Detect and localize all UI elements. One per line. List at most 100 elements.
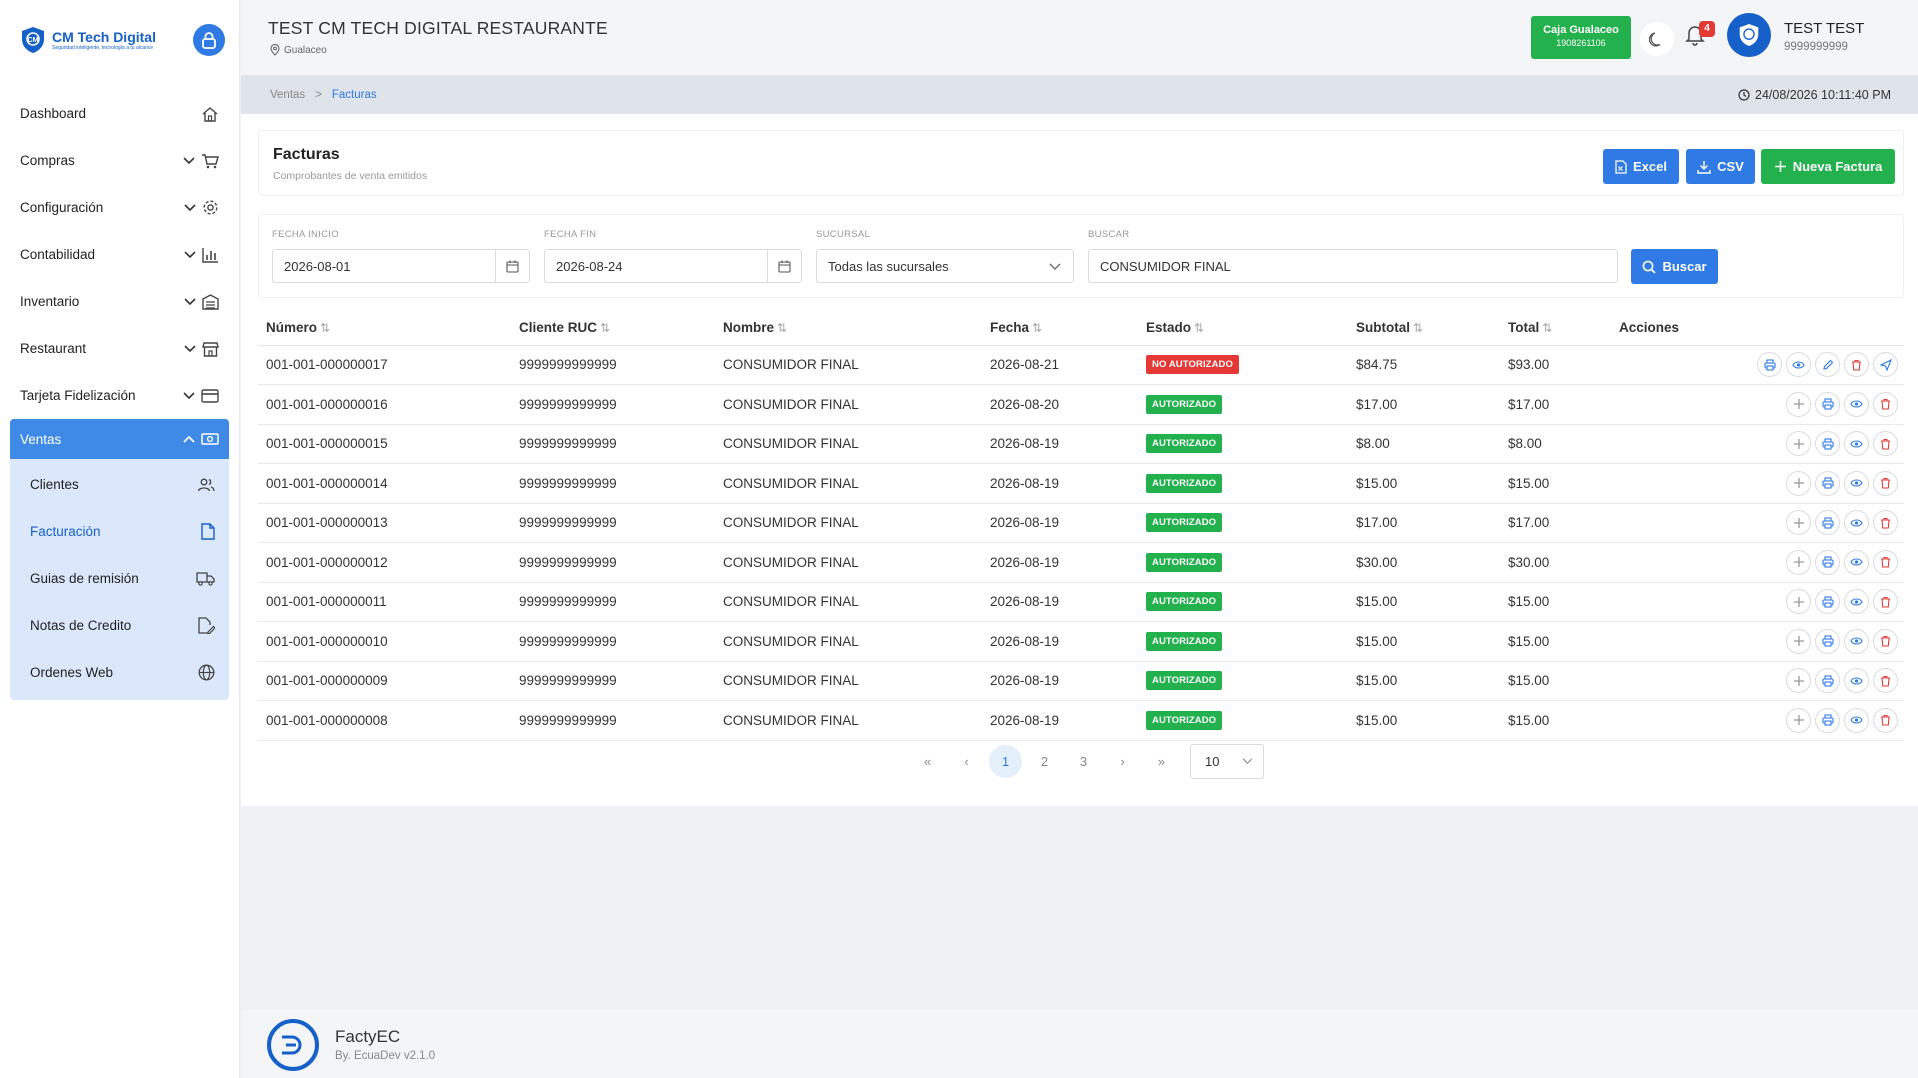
print-button[interactable]	[1815, 668, 1840, 694]
add-button[interactable]	[1786, 668, 1811, 694]
sidebar-item-clientes[interactable]: Clientes	[10, 461, 229, 508]
view-button[interactable]	[1844, 628, 1869, 654]
sidebar-item-tarjeta-fidelizacion[interactable]: Tarjeta Fidelización	[10, 372, 229, 419]
print-button[interactable]	[1815, 470, 1840, 496]
view-button[interactable]	[1844, 589, 1869, 615]
print-button[interactable]	[1815, 628, 1840, 654]
excel-button[interactable]: Excel	[1603, 149, 1679, 184]
chevron-down-icon	[184, 203, 196, 211]
table-row[interactable]: 001-001-000000011 9999999999999 CONSUMIDOR…	[258, 582, 1904, 622]
print-button[interactable]	[1757, 352, 1782, 378]
add-button[interactable]	[1786, 628, 1811, 654]
table-row[interactable]: 001-001-000000013 9999999999999 CONSUMIDOR…	[258, 503, 1904, 543]
page-button-2[interactable]: 2	[1028, 745, 1061, 778]
sidebar-item-contabilidad[interactable]: Contabilidad	[10, 231, 229, 278]
table-row[interactable]: 001-001-000000010 9999999999999 CONSUMIDOR…	[258, 621, 1904, 662]
print-button[interactable]	[1815, 510, 1840, 536]
delete-button[interactable]	[1873, 668, 1898, 694]
table-row[interactable]: 001-001-000000016 9999999999999 CONSUMIDOR…	[258, 384, 1904, 425]
plus-icon	[1793, 675, 1805, 687]
calendar-button[interactable]	[767, 250, 801, 282]
view-button[interactable]	[1844, 391, 1869, 417]
search-input[interactable]: CONSUMIDOR FINAL	[1088, 249, 1618, 283]
sidebar-item-configuracion[interactable]: Configuración	[10, 184, 229, 231]
calendar-button[interactable]	[495, 250, 529, 282]
delete-button[interactable]	[1873, 391, 1898, 417]
page-button-1[interactable]: 1	[989, 745, 1022, 778]
col-subtotal[interactable]: Subtotal ⇅	[1348, 310, 1500, 346]
prev-page-button[interactable]: ‹	[950, 745, 983, 778]
fecha-inicio-field[interactable]: 2026-08-01	[272, 249, 530, 283]
last-page-button[interactable]: »	[1145, 745, 1178, 778]
next-page-button[interactable]: ›	[1106, 745, 1139, 778]
caja-badge[interactable]: Caja Gualaceo 1908261106	[1531, 16, 1631, 59]
delete-button[interactable]	[1873, 628, 1898, 654]
view-button[interactable]	[1844, 470, 1869, 496]
sidebar-item-inventario[interactable]: Inventario	[10, 278, 229, 325]
col-nombre[interactable]: Nombre ⇅	[715, 310, 982, 346]
lock-button[interactable]	[193, 24, 225, 56]
view-button[interactable]	[1786, 352, 1811, 378]
delete-button[interactable]	[1873, 470, 1898, 496]
delete-button[interactable]	[1873, 510, 1898, 536]
print-button[interactable]	[1815, 431, 1840, 457]
add-button[interactable]	[1786, 431, 1811, 457]
add-button[interactable]	[1786, 510, 1811, 536]
add-button[interactable]	[1786, 391, 1811, 417]
view-button[interactable]	[1844, 549, 1869, 575]
view-button[interactable]	[1844, 668, 1869, 694]
sucursal-select[interactable]: Todas las sucursales	[816, 249, 1074, 283]
view-button[interactable]	[1844, 707, 1869, 733]
delete-button[interactable]	[1873, 431, 1898, 457]
breadcrumb-ventas[interactable]: Ventas	[270, 89, 305, 101]
table-row[interactable]: 001-001-000000008 9999999999999 CONSUMIDOR…	[258, 700, 1904, 741]
page-button-3[interactable]: 3	[1067, 745, 1100, 778]
col-total[interactable]: Total ⇅	[1500, 310, 1611, 346]
search-button[interactable]: Buscar	[1631, 249, 1718, 284]
table-row[interactable]: 001-001-000000017 9999999999999 CONSUMIDOR…	[258, 345, 1904, 385]
print-button[interactable]	[1815, 391, 1840, 417]
col-cliente-ruc[interactable]: Cliente RUC ⇅	[511, 310, 715, 346]
breadcrumb-bar: Ventas > Facturas 24/08/2026 10:11:40 PM	[241, 76, 1918, 114]
print-button[interactable]	[1815, 707, 1840, 733]
sidebar-item-facturacion[interactable]: Facturación	[10, 508, 229, 555]
delete-button[interactable]	[1844, 352, 1869, 378]
sidebar-item-dashboard[interactable]: Dashboard	[10, 90, 229, 137]
add-button[interactable]	[1786, 589, 1811, 615]
view-button[interactable]	[1844, 510, 1869, 536]
print-button[interactable]	[1815, 589, 1840, 615]
send-button[interactable]	[1873, 352, 1898, 378]
sidebar-item-ordenes-web[interactable]: Ordenes Web	[10, 649, 229, 696]
sidebar-item-compras[interactable]: Compras	[10, 137, 229, 184]
csv-button[interactable]: CSV	[1686, 149, 1755, 184]
delete-button[interactable]	[1873, 707, 1898, 733]
bar-chart-icon	[202, 247, 218, 263]
sidebar-item-notas-credito[interactable]: Notas de Credito	[10, 602, 229, 649]
fecha-fin-field[interactable]: 2026-08-24	[544, 249, 802, 283]
table-row[interactable]: 001-001-000000015 9999999999999 CONSUMIDOR…	[258, 424, 1904, 464]
col-fecha[interactable]: Fecha ⇅	[982, 310, 1138, 346]
avatar[interactable]	[1727, 13, 1771, 57]
col-estado[interactable]: Estado ⇅	[1138, 310, 1348, 346]
table-row[interactable]: 001-001-000000012 9999999999999 CONSUMIDOR…	[258, 542, 1904, 583]
delete-button[interactable]	[1873, 549, 1898, 575]
first-page-button[interactable]: «	[911, 745, 944, 778]
sidebar-item-restaurant[interactable]: Restaurant	[10, 325, 229, 372]
view-button[interactable]	[1844, 431, 1869, 457]
brand-logo[interactable]: CM CM Tech Digital Seguridad inteligente…	[20, 26, 156, 54]
sidebar-item-guias-remision[interactable]: Guias de remisión	[10, 555, 229, 602]
theme-toggle-button[interactable]	[1640, 22, 1674, 56]
table-row[interactable]: 001-001-000000014 9999999999999 CONSUMIDOR…	[258, 463, 1904, 504]
delete-button[interactable]	[1873, 589, 1898, 615]
cell-subtotal: $17.00	[1348, 503, 1500, 543]
add-button[interactable]	[1786, 470, 1811, 496]
sidebar-item-ventas[interactable]: Ventas	[10, 419, 229, 459]
col-numero[interactable]: Número ⇅	[258, 310, 511, 346]
new-invoice-button[interactable]: Nueva Factura	[1761, 149, 1895, 184]
table-row[interactable]: 001-001-000000009 9999999999999 CONSUMIDOR…	[258, 661, 1904, 701]
page-size-select[interactable]: 10	[1190, 744, 1264, 779]
print-button[interactable]	[1815, 549, 1840, 575]
edit-button[interactable]	[1815, 352, 1840, 378]
add-button[interactable]	[1786, 549, 1811, 575]
add-button[interactable]	[1786, 707, 1811, 733]
